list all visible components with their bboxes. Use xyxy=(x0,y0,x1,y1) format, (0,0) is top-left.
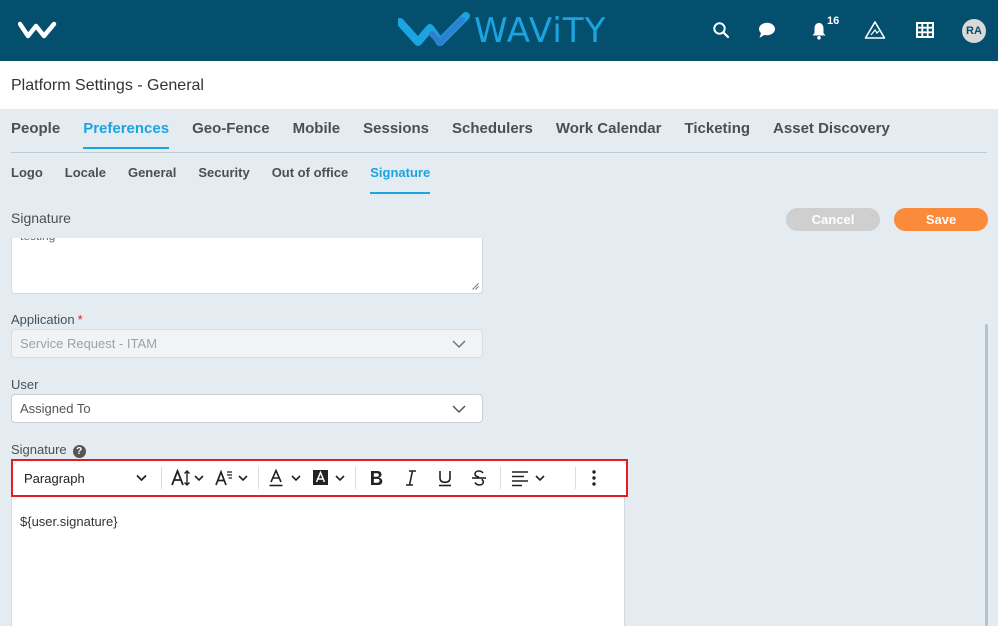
application-select: Service Request - ITAM xyxy=(11,329,483,358)
signature-label: Signature? xyxy=(11,442,86,458)
application-value: Service Request - ITAM xyxy=(20,336,158,351)
chat-icon[interactable] xyxy=(755,18,779,42)
page-title: Platform Settings - General xyxy=(11,77,204,94)
tab-people[interactable]: People xyxy=(11,120,60,149)
line-height-button[interactable] xyxy=(210,463,254,493)
tab-asset-discovery[interactable]: Asset Discovery xyxy=(773,120,890,149)
wavity-mark-icon xyxy=(398,12,470,47)
tab-schedulers[interactable]: Schedulers xyxy=(452,120,533,149)
tab-preferences[interactable]: Preferences xyxy=(83,120,170,149)
bold-icon xyxy=(371,471,383,485)
page-title-bar: Platform Settings - General xyxy=(0,61,998,109)
editor-content[interactable]: ${user.signature} xyxy=(20,514,118,529)
save-button[interactable]: Save xyxy=(894,208,988,231)
underline-button[interactable] xyxy=(428,463,462,493)
italic-button[interactable] xyxy=(394,463,428,493)
page-scrollbar[interactable] xyxy=(985,324,988,626)
application-label-text: Application xyxy=(11,312,75,327)
grid-icon[interactable] xyxy=(913,18,937,42)
subtab-signature[interactable]: Signature xyxy=(370,165,431,194)
editor-toolbar: Paragraph xyxy=(11,459,628,497)
tab-ticketing[interactable]: Ticketing xyxy=(684,120,750,149)
underline-icon xyxy=(439,471,451,487)
chevron-down-icon[interactable] xyxy=(452,403,466,415)
top-navigation-bar: WAViTY 16 RA xyxy=(0,0,998,61)
tab-mobile[interactable]: Mobile xyxy=(293,120,341,149)
tab-geo-fence[interactable]: Geo-Fence xyxy=(192,120,270,149)
signature-editor[interactable]: Paragraph ${user.signature} xyxy=(11,459,628,626)
tab-sessions[interactable]: Sessions xyxy=(363,120,429,149)
preferences-subtabs: Logo Locale General Security Out of offi… xyxy=(11,165,452,194)
brand-name: WAViTY xyxy=(474,11,607,51)
text-color-icon xyxy=(269,469,301,487)
toolbar-separator xyxy=(500,467,501,489)
align-icon xyxy=(512,471,545,487)
search-icon[interactable] xyxy=(709,18,733,42)
tabs-divider xyxy=(11,152,987,153)
alert-triangle-icon[interactable] xyxy=(863,18,887,42)
block-format-dropdown[interactable]: Paragraph xyxy=(13,471,157,486)
font-size-button[interactable] xyxy=(166,463,210,493)
bold-button[interactable] xyxy=(360,463,394,493)
font-size-icon xyxy=(171,469,204,486)
menu-logo-icon[interactable] xyxy=(18,20,58,42)
chevron-down-icon xyxy=(136,474,147,482)
strikethrough-button[interactable] xyxy=(462,463,496,493)
subtab-out-of-office[interactable]: Out of office xyxy=(272,165,349,194)
chevron-down-icon xyxy=(452,340,466,349)
settings-tabs: People Preferences Geo-Fence Mobile Sess… xyxy=(11,120,913,149)
subtab-security[interactable]: Security xyxy=(198,165,249,194)
toolbar-separator xyxy=(355,467,356,489)
more-options-button[interactable] xyxy=(584,463,604,493)
user-value: Assigned To xyxy=(20,401,91,416)
italic-icon xyxy=(406,470,416,486)
subtab-general[interactable]: General xyxy=(128,165,176,194)
strikethrough-icon xyxy=(472,470,486,486)
signature-label-text: Signature xyxy=(11,442,67,457)
subtab-logo[interactable]: Logo xyxy=(11,165,43,194)
toolbar-separator xyxy=(161,467,162,489)
description-textarea[interactable]: testing xyxy=(11,238,483,294)
user-label: User xyxy=(11,377,39,392)
user-avatar[interactable]: RA xyxy=(962,19,986,43)
line-height-icon xyxy=(215,469,248,486)
text-color-button[interactable] xyxy=(263,463,307,493)
highlight-color-button[interactable] xyxy=(307,463,351,493)
block-format-value: Paragraph xyxy=(24,470,85,486)
textarea-value: testing xyxy=(20,238,55,243)
notification-count-badge: 16 xyxy=(827,15,840,27)
help-icon[interactable]: ? xyxy=(72,445,86,458)
tab-work-calendar[interactable]: Work Calendar xyxy=(556,120,662,149)
brand-logo: WAViTY xyxy=(398,10,606,52)
resize-handle-icon[interactable] xyxy=(472,283,479,290)
user-select[interactable]: Assigned To xyxy=(11,394,483,423)
align-button[interactable] xyxy=(505,463,571,493)
cancel-button[interactable]: Cancel xyxy=(786,208,880,231)
required-marker: * xyxy=(77,312,83,327)
toolbar-separator xyxy=(575,467,576,489)
toolbar-separator xyxy=(258,467,259,489)
subtab-locale[interactable]: Locale xyxy=(65,165,106,194)
more-icon xyxy=(592,470,596,486)
application-label: Application * xyxy=(11,312,83,327)
highlight-color-icon xyxy=(313,470,345,485)
section-title: Signature xyxy=(11,210,71,226)
